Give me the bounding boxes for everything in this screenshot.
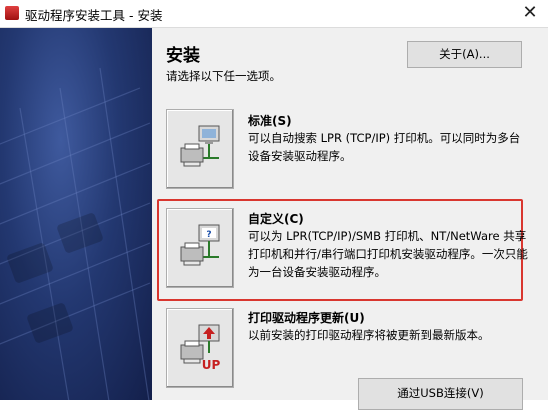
question-mark: ? [206,230,211,240]
standard-install-button[interactable] [166,109,234,189]
close-button[interactable]: ✕ [518,2,542,24]
printer-update-icon: UP [180,324,221,372]
up-badge: UP [202,358,221,372]
title-bar: 驱动程序安装工具 - 安装 ✕ [0,0,548,28]
update-option-description: 以前安装的打印驱动程序将被更新到最新版本。 [248,328,490,342]
update-option-title: 打印驱动程序更新(U) [248,311,365,325]
page-title: 安装 [166,46,200,66]
page-subtitle: 请选择以下任一选项。 [166,69,281,83]
about-button[interactable]: 关于(A)... [407,41,522,68]
main-content: 安装 请选择以下任一选项。 关于(A)... 标准(S) 可以自动搜索 LPR … [152,28,548,410]
standard-option-title: 标准(S) [248,114,292,128]
decorative-keyboard-image [0,28,152,400]
window-title: 驱动程序安装工具 - 安装 [25,8,163,23]
standard-option-description: 可以自动搜索 LPR (TCP/IP) 打印机。可以同时为多台设备安装驱动程序。 [248,131,521,163]
usb-connect-button[interactable]: 通过USB连接(V) [358,378,523,410]
app-icon [5,6,19,20]
custom-option-title: 自定义(C) [248,212,304,226]
custom-install-button[interactable]: ? [166,208,234,288]
printer-custom-icon: ? [180,224,220,266]
printer-network-icon [180,125,220,167]
custom-option-description: 可以为 LPR(TCP/IP)/SMB 打印机、NT/NetWare 共享打印机… [248,229,528,279]
driver-update-button[interactable]: UP [166,308,234,388]
